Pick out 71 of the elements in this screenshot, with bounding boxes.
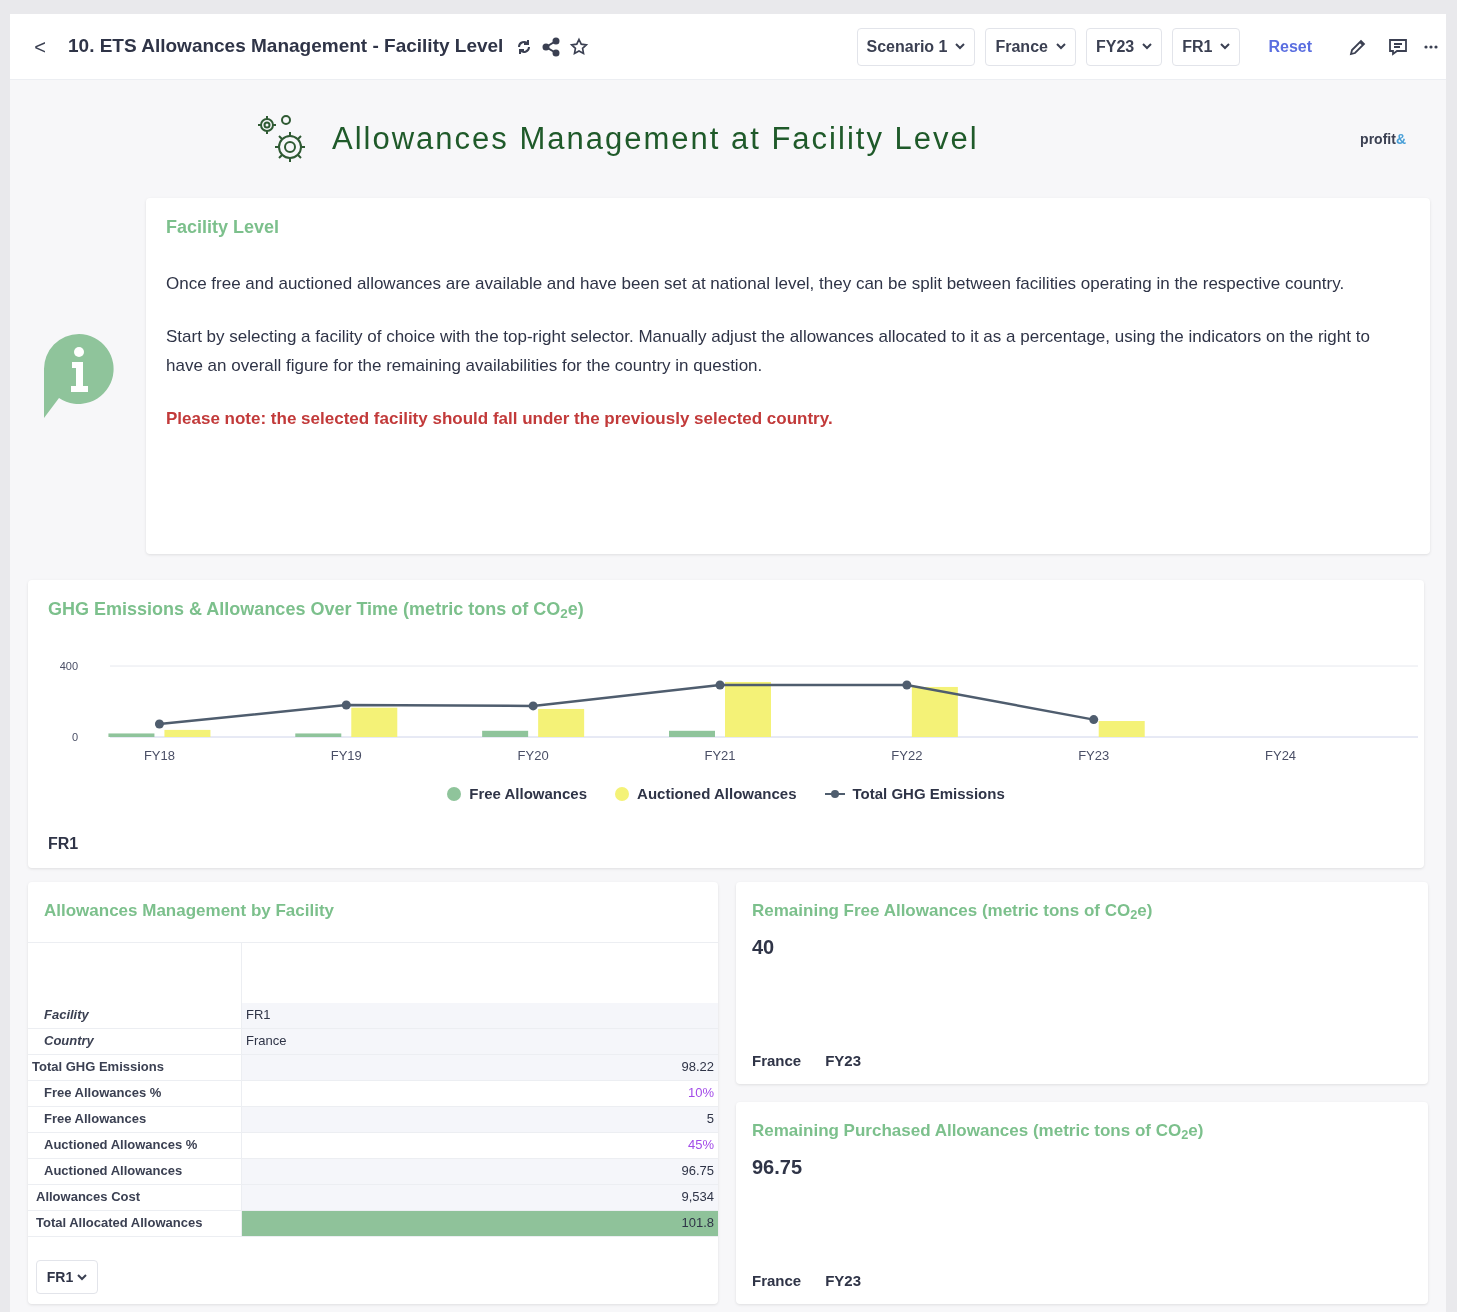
data-point bbox=[715, 680, 725, 690]
filter-dropdown[interactable]: FR1 bbox=[1172, 27, 1241, 66]
bar bbox=[725, 682, 771, 737]
paragraph: Start by selecting a facility of choice with the top-right selector. Manually adjust the allowances allocated to it as a percentage, using the indicators on the right to have an overall figure for the remaining availabilities for the country in question. bbox=[166, 326, 1371, 377]
chevron-icon bbox=[1142, 43, 1153, 50]
table-title: Allowances Management by Facility bbox=[28, 882, 718, 943]
axis-label: FY19 bbox=[330, 748, 362, 763]
filter-tag: France bbox=[752, 1049, 802, 1072]
warning-text: Please note: the selected facility should fall under the previously selected country. bbox=[166, 408, 834, 430]
data-point bbox=[902, 680, 912, 690]
table-cell: FR1 bbox=[242, 1002, 718, 1028]
filter-dropdown[interactable]: France bbox=[985, 27, 1076, 66]
table-cell: France bbox=[242, 1028, 718, 1054]
kpi-value: 40 bbox=[752, 934, 776, 960]
table-cell: 96.75 bbox=[242, 1158, 718, 1184]
legend-label: Total GHG Emissions bbox=[852, 784, 1005, 804]
data-point bbox=[528, 701, 538, 711]
data-point bbox=[154, 719, 164, 729]
facility-dropdown[interactable]: FR1 bbox=[36, 1260, 98, 1294]
bar bbox=[1098, 721, 1145, 737]
paragraph: Once free and auctioned allowances are available and have been set at national level, they can be split between facilities operating in the respective country. bbox=[166, 273, 1346, 295]
star-icon[interactable] bbox=[569, 36, 590, 57]
axis-label: FY22 bbox=[891, 748, 923, 763]
share-icon[interactable] bbox=[541, 36, 562, 57]
axis-label: 400 bbox=[59, 660, 78, 672]
legend-line-icon bbox=[824, 789, 845, 800]
axis-label: FY23 bbox=[1078, 748, 1110, 763]
filter-tag: FY23 bbox=[825, 1269, 862, 1292]
more-icon[interactable] bbox=[1424, 44, 1438, 49]
filter-tag: France bbox=[752, 1269, 802, 1292]
bar bbox=[482, 730, 529, 737]
data-point bbox=[1089, 715, 1099, 725]
filter-dropdown[interactable]: Scenario 1 bbox=[856, 27, 976, 66]
axis-label: FY18 bbox=[143, 748, 175, 763]
table-cell: 98.22 bbox=[242, 1054, 718, 1080]
filter-tag: FY23 bbox=[825, 1049, 862, 1072]
chevron-icon bbox=[955, 43, 966, 50]
axis-label: FY21 bbox=[704, 748, 736, 763]
bar bbox=[164, 729, 211, 737]
kpi-value: 96.75 bbox=[752, 1154, 804, 1180]
chevron-icon bbox=[1055, 43, 1066, 50]
chevron-icon bbox=[1220, 43, 1231, 50]
legend-label: Free Allowances bbox=[469, 784, 588, 804]
brand-logo: profit& bbox=[1360, 129, 1406, 149]
kpi-title: Remaining Purchased Allowances (metric tons of CO$_{2}$e) bbox=[752, 1120, 1205, 1144]
bar bbox=[669, 730, 715, 737]
axis-label: FY20 bbox=[517, 748, 549, 763]
bar bbox=[295, 733, 342, 737]
page-title: 10. ETS Allowances Management - Facility Level bbox=[68, 34, 504, 59]
comment-icon[interactable] bbox=[1388, 36, 1408, 57]
bar bbox=[538, 708, 585, 737]
card-title: Facility Level bbox=[166, 216, 281, 239]
info-icon bbox=[42, 332, 116, 420]
legend-label: Auctioned Allowances bbox=[637, 784, 797, 804]
bar bbox=[108, 733, 155, 737]
chart-title: GHG Emissions & Allowances Over Time (metric tons of CO$_{2}$e) bbox=[48, 598, 585, 623]
chart-filter-label: FR1 bbox=[48, 834, 80, 854]
data-point bbox=[341, 700, 351, 710]
bar bbox=[911, 686, 958, 737]
axis-label: FY24 bbox=[1265, 748, 1297, 763]
chevron-icon bbox=[77, 1273, 88, 1281]
dashboard-title: Allowances Management at Facility Level bbox=[332, 119, 979, 158]
axis-label: 0 bbox=[71, 731, 78, 743]
filter-dropdown[interactable]: FY23 bbox=[1085, 27, 1163, 66]
table-cell: 101.8 bbox=[242, 1210, 718, 1236]
table-cell: 5 bbox=[242, 1106, 718, 1132]
back-button[interactable]: < bbox=[28, 32, 52, 61]
table-cell: 9,534 bbox=[242, 1184, 718, 1210]
reset-button[interactable]: Reset bbox=[1268, 34, 1312, 59]
kpi-title: Remaining Free Allowances (metric tons of CO$_{2}$e) bbox=[752, 900, 1154, 924]
bar bbox=[351, 707, 398, 737]
